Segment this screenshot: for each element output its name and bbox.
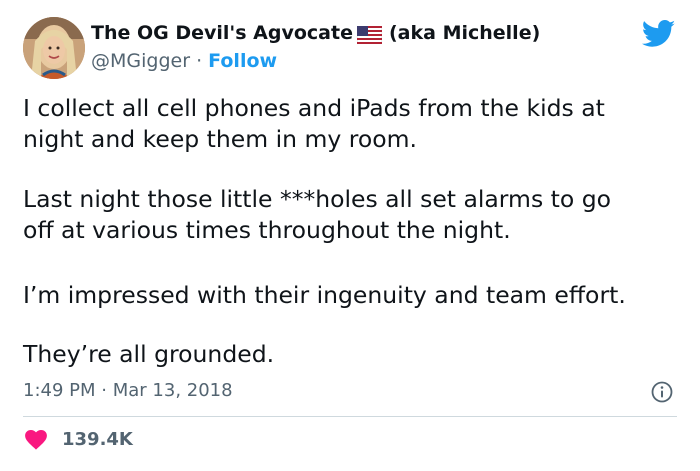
tweet-line: They’re all grounded. <box>23 340 275 368</box>
tweet-line: night and keep them in my room. <box>23 125 418 153</box>
separator: · <box>101 380 107 401</box>
tweet-paragraph: I’m impressed with their ingenuity and t… <box>23 280 626 311</box>
twitter-bird-icon[interactable] <box>642 20 676 48</box>
tweet-line: off at various times throughout the nigh… <box>23 216 511 244</box>
tweet-line: I collect all cell phones and iPads from… <box>23 94 605 122</box>
handle-row: @MGigger · Follow <box>91 50 277 72</box>
divider <box>23 416 677 417</box>
tweet-paragraph: I collect all cell phones and iPads from… <box>23 93 605 155</box>
follow-button[interactable]: Follow <box>208 50 277 72</box>
tweet-time: 1:49 PM <box>23 380 96 401</box>
tweet-line: Last night those little ***holes all set… <box>23 185 612 213</box>
tweet-card: The OG Devil's Agvocate (aka Michelle) @… <box>0 0 700 471</box>
heart-icon[interactable] <box>25 430 47 450</box>
timestamp[interactable]: 1:49 PM · Mar 13, 2018 <box>23 380 233 401</box>
tweet-line: I’m impressed with their ingenuity and t… <box>23 281 626 309</box>
like-count[interactable]: 139.4K <box>62 429 133 450</box>
separator: · <box>196 50 203 72</box>
info-icon[interactable] <box>651 381 673 403</box>
handle[interactable]: @MGigger <box>91 50 190 72</box>
tweet-paragraph: Last night those little ***holes all set… <box>23 184 611 246</box>
us-flag-icon <box>357 26 382 44</box>
tweet-paragraph: They’re all grounded. <box>23 339 274 370</box>
display-name[interactable]: The OG Devil's Agvocate <box>91 22 353 44</box>
avatar[interactable] <box>23 17 85 79</box>
aka-label: (aka Michelle) <box>389 22 541 44</box>
tweet-date: Mar 13, 2018 <box>112 380 233 401</box>
